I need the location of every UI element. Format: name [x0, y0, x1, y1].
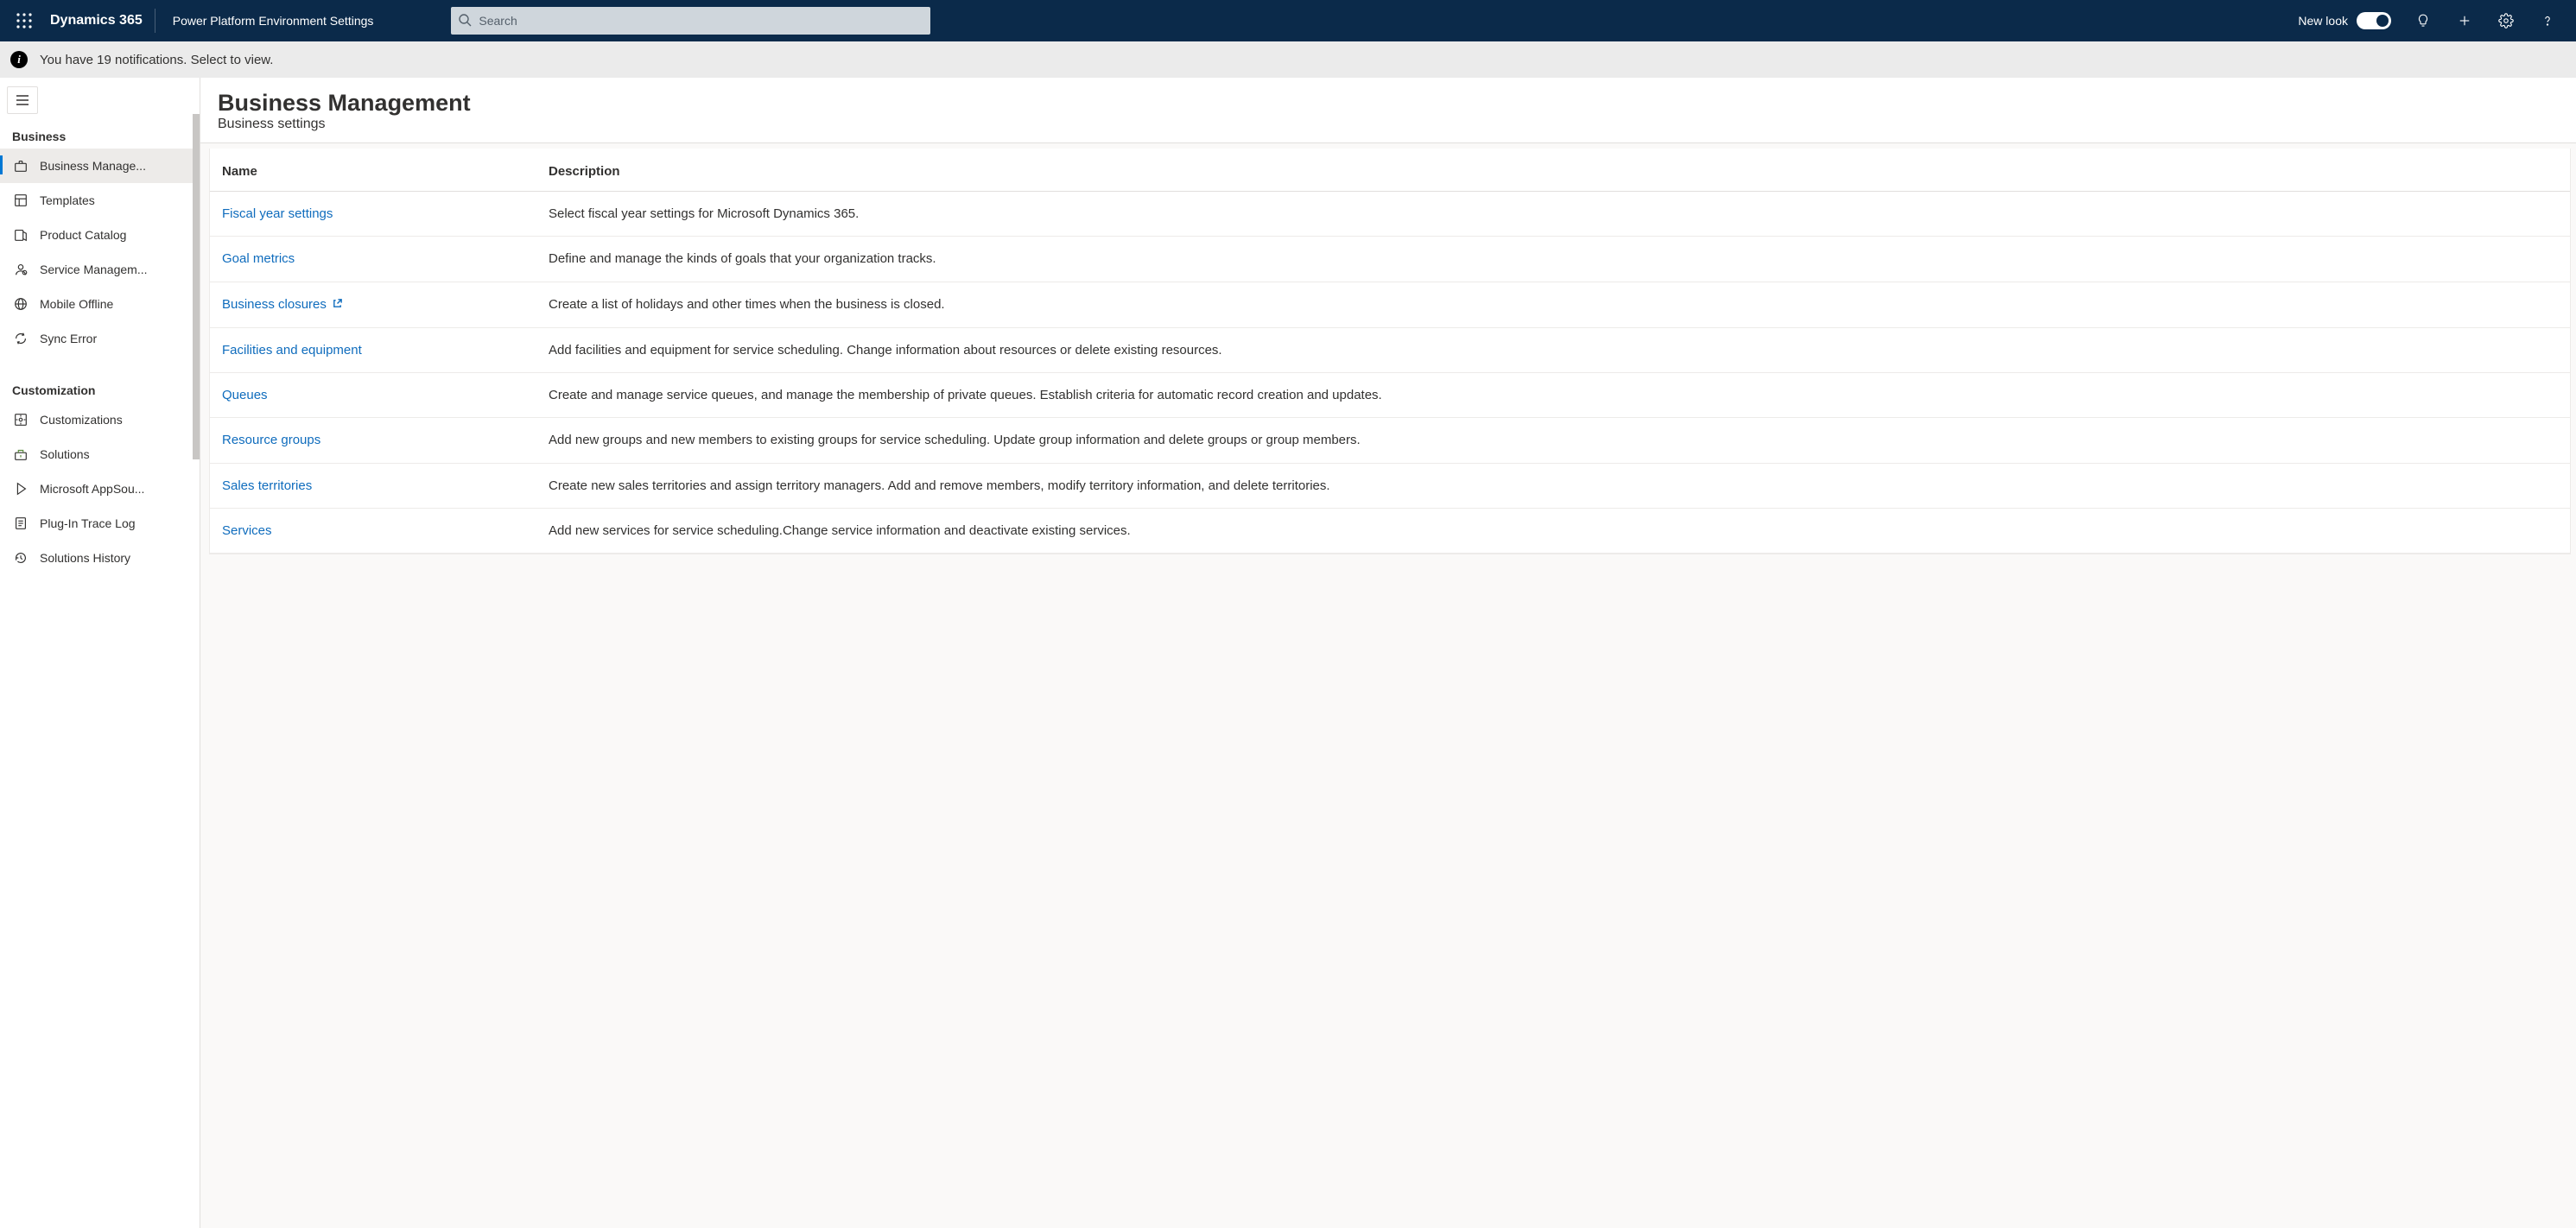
sidebar-item-service-managem[interactable]: Service Managem... [0, 252, 200, 287]
solutions-icon [12, 446, 29, 463]
brand-name[interactable]: Dynamics 365 [45, 9, 155, 33]
table-row: Business closures Create a list of holida… [210, 282, 2570, 327]
setting-description: Define and manage the kinds of goals tha… [536, 237, 2570, 282]
column-header-name: Name [210, 149, 536, 192]
main-content: Business Management Business settings Na… [200, 78, 2576, 1228]
page-subtitle: Business settings [218, 117, 2559, 132]
setting-link[interactable]: Sales territories [222, 478, 312, 493]
sidebar-item-product-catalog[interactable]: Product Catalog [0, 218, 200, 252]
page-header: Business Management Business settings [200, 78, 2576, 143]
info-icon: i [10, 51, 28, 68]
table-row: Services Add new services for service sch… [210, 508, 2570, 553]
nav-section-title: Business [0, 121, 200, 149]
sidebar-item-label: Mobile Offline [40, 297, 113, 311]
table-row: Goal metrics Define and manage the kinds … [210, 237, 2570, 282]
service-management-icon [12, 261, 29, 278]
setting-description: Select fiscal year settings for Microsof… [536, 192, 2570, 237]
customizations-icon [12, 411, 29, 428]
setting-link[interactable]: Services [222, 523, 272, 538]
appsource-icon [12, 480, 29, 497]
help-icon[interactable] [2529, 0, 2566, 41]
sidebar-item-sync-error[interactable]: Sync Error [0, 321, 200, 356]
table-row: Facilities and equipment Add facilities a… [210, 327, 2570, 372]
sidebar: Business Business Manage... Templates Produ… [0, 78, 200, 1228]
setting-description: Add new services for service scheduling.… [536, 508, 2570, 553]
page-title: Business Management [218, 90, 2559, 117]
sidebar-item-solutions-history[interactable]: Solutions History [0, 541, 200, 575]
top-bar: Dynamics 365 Power Platform Environment … [0, 0, 2576, 41]
sync-error-icon [12, 330, 29, 347]
sidebar-item-label: Service Managem... [40, 263, 148, 276]
history-icon [12, 549, 29, 567]
setting-description: Add new groups and new members to existi… [536, 418, 2570, 463]
setting-link[interactable]: Goal metrics [222, 251, 295, 266]
product-catalog-icon [12, 226, 29, 244]
environment-label: Power Platform Environment Settings [155, 14, 391, 28]
plus-icon[interactable] [2446, 0, 2483, 41]
new-look-label: New look [2298, 14, 2348, 28]
sidebar-item-microsoft-appsou[interactable]: Microsoft AppSou... [0, 472, 200, 506]
search-icon [458, 13, 479, 29]
table-row: Fiscal year settings Select fiscal year s… [210, 192, 2570, 237]
templates-icon [12, 192, 29, 209]
sidebar-item-label: Solutions History [40, 551, 130, 565]
lightbulb-icon[interactable] [2405, 0, 2441, 41]
sidebar-item-mobile-offline[interactable]: Mobile Offline [0, 287, 200, 321]
setting-description: Create a list of holidays and other time… [536, 282, 2570, 327]
search-box[interactable] [451, 7, 930, 35]
app-launcher-icon[interactable] [3, 0, 45, 41]
sidebar-item-label: Customizations [40, 413, 123, 427]
setting-description: Create new sales territories and assign … [536, 463, 2570, 508]
new-look-toggle[interactable]: New look [2298, 12, 2391, 29]
setting-link[interactable]: Business closures [222, 297, 327, 312]
sidebar-item-label: Plug-In Trace Log [40, 516, 136, 530]
sidebar-item-label: Sync Error [40, 332, 97, 345]
notification-bar[interactable]: i You have 19 notifications. Select to v… [0, 41, 2576, 78]
external-link-icon [332, 295, 343, 315]
hamburger-button[interactable] [7, 86, 38, 114]
setting-link[interactable]: Resource groups [222, 433, 320, 447]
sidebar-item-solutions[interactable]: Solutions [0, 437, 200, 472]
setting-description: Add facilities and equipment for service… [536, 327, 2570, 372]
notification-text: You have 19 notifications. Select to vie… [40, 53, 273, 67]
sidebar-item-business-manage[interactable]: Business Manage... [0, 149, 200, 183]
sidebar-item-label: Business Manage... [40, 159, 146, 173]
sidebar-item-customizations[interactable]: Customizations [0, 402, 200, 437]
sidebar-scrollbar[interactable] [193, 114, 200, 459]
setting-description: Create and manage service queues, and ma… [536, 373, 2570, 418]
sidebar-item-label: Solutions [40, 447, 90, 461]
trace-log-icon [12, 515, 29, 532]
setting-link[interactable]: Queues [222, 388, 268, 402]
settings-table: Name Description Fiscal year settings Sel… [210, 149, 2570, 554]
sidebar-item-label: Product Catalog [40, 228, 126, 242]
sidebar-item-label: Templates [40, 193, 95, 207]
column-header-description: Description [536, 149, 2570, 192]
nav-section-title: Customization [0, 375, 200, 402]
table-row: Queues Create and manage service queues, … [210, 373, 2570, 418]
setting-link[interactable]: Fiscal year settings [222, 206, 333, 221]
search-input[interactable] [479, 14, 923, 28]
table-row: Resource groups Add new groups and new me… [210, 418, 2570, 463]
sidebar-item-label: Microsoft AppSou... [40, 482, 144, 496]
setting-link[interactable]: Facilities and equipment [222, 343, 362, 358]
sidebar-item-templates[interactable]: Templates [0, 183, 200, 218]
globe-icon [12, 295, 29, 313]
sidebar-item-plug-in-trace-log[interactable]: Plug-In Trace Log [0, 506, 200, 541]
gear-icon[interactable] [2488, 0, 2524, 41]
briefcase-icon [12, 157, 29, 174]
table-row: Sales territories Create new sales territ… [210, 463, 2570, 508]
toggle-switch[interactable] [2357, 12, 2391, 29]
